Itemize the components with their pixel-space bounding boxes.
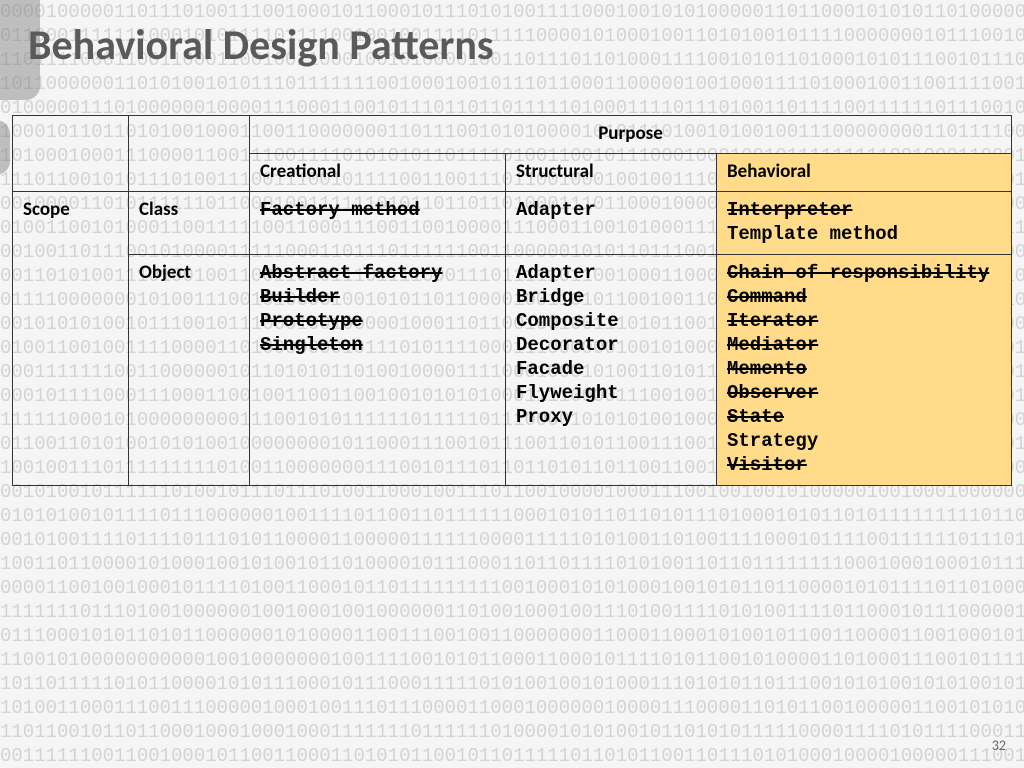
cell-class-structural: Adapter [506, 192, 717, 255]
cell-class-creational: Factory method [250, 192, 506, 255]
class-label: Class [129, 192, 250, 255]
purpose-header: Purpose [250, 116, 1012, 154]
col-structural: Structural [506, 154, 717, 192]
scope-label: Scope [13, 192, 129, 255]
page-title: Behavioral Design Patterns [0, 0, 1024, 71]
cell-object-creational: Abstract factoryBuilderPrototypeSingleto… [250, 255, 506, 486]
cell-class-behavioral: InterpreterTemplate method [717, 192, 1012, 255]
cell-object-structural: AdapterBridgeCompositeDecoratorFacadeFly… [506, 255, 717, 486]
page-number: 32 [992, 737, 1006, 754]
cell-object-behavioral: Chain of responsibilityCommandIteratorMe… [717, 255, 1012, 486]
patterns-table: Purpose Creational Structural Behavioral… [12, 115, 1012, 486]
object-label: Object [129, 255, 250, 486]
col-creational: Creational [250, 154, 506, 192]
col-behavioral: Behavioral [717, 154, 1012, 192]
